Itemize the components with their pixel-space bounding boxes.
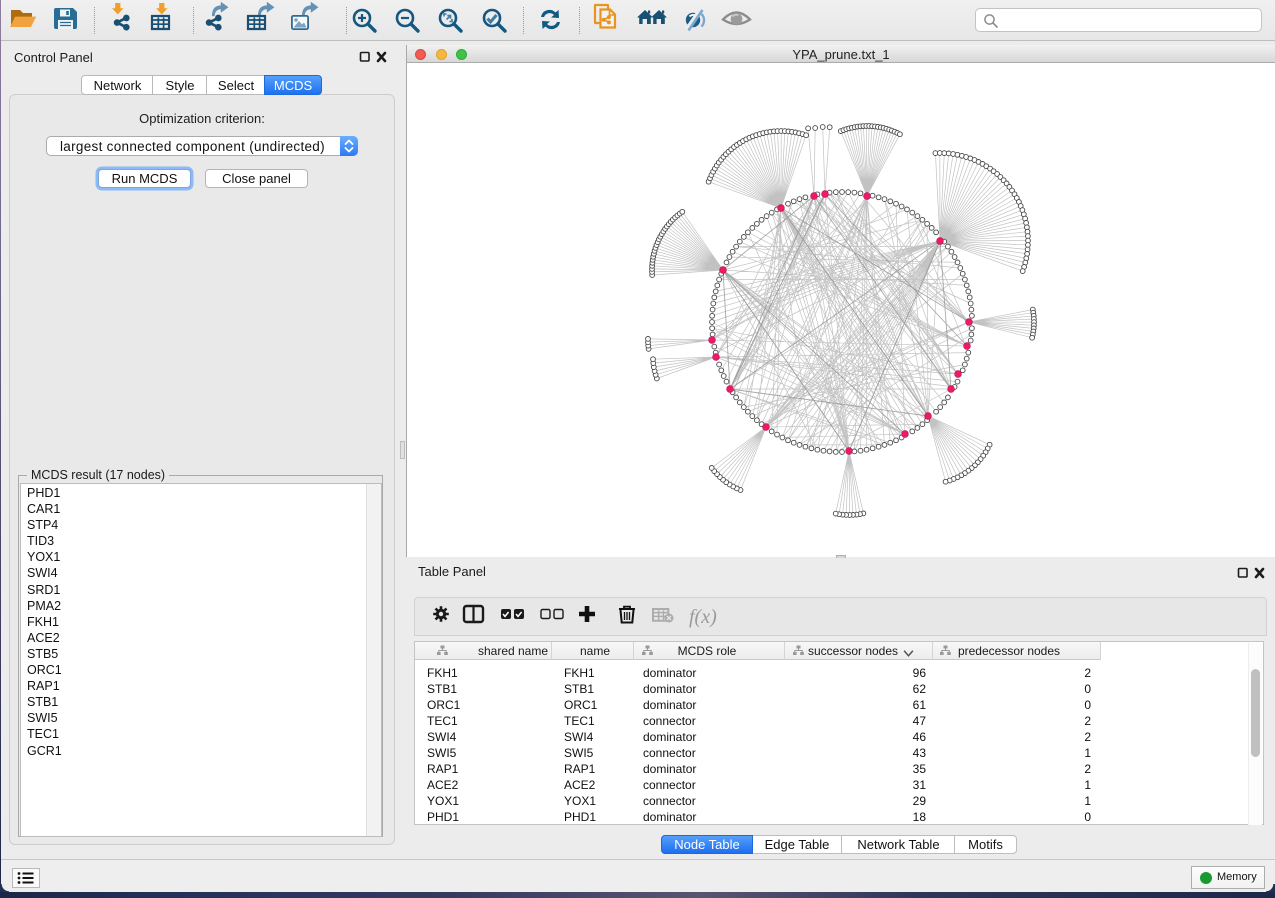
svg-text:f(x): f(x) [689,606,717,628]
